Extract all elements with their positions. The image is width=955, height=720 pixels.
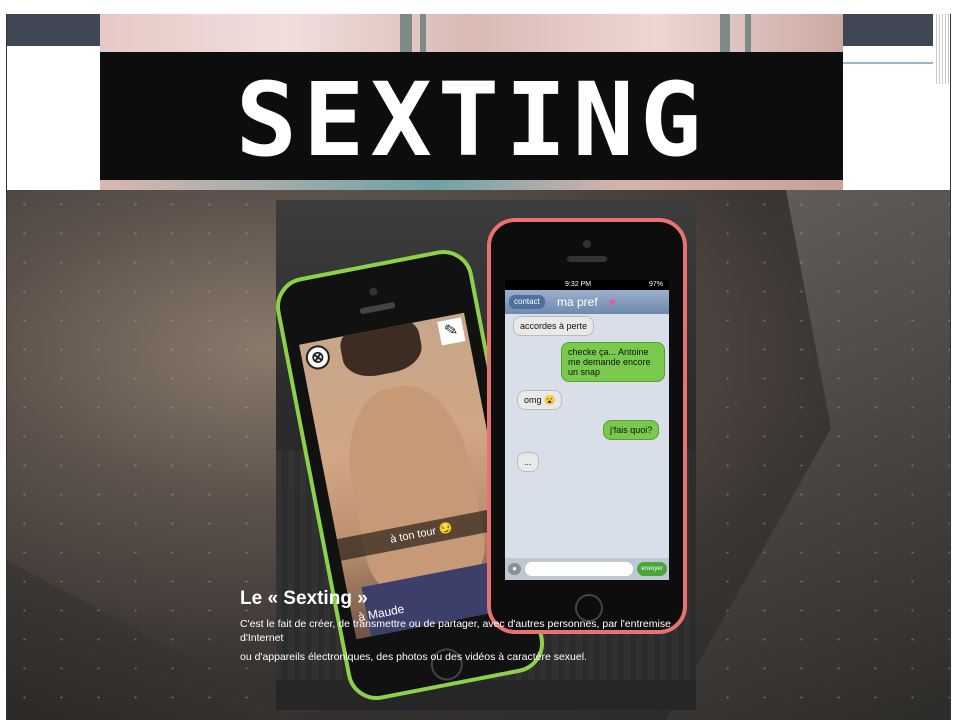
caption-title: Le « Sexting » [240, 588, 368, 609]
pencil-icon: ✎ [437, 317, 466, 346]
message-bubble-received: omg 😮 [517, 390, 563, 410]
speaker-icon [567, 256, 607, 262]
back-button: contact [509, 295, 545, 309]
banner-bottom-strip [100, 180, 843, 190]
status-bar: 9:32 PM 97% [505, 280, 669, 290]
message-bubble-received: accordes à perte [513, 316, 595, 336]
camera-icon [583, 240, 591, 248]
caption-line: d'Internet [240, 632, 284, 644]
slide-edge-pattern [936, 14, 951, 84]
caption-line: C'est le fait de créer, de transmettre o… [240, 618, 671, 630]
message-input-bar: ● envoyer [505, 558, 669, 580]
message-input [525, 562, 633, 576]
photo-subject-head [336, 312, 426, 382]
heart-icon: ♥ [609, 295, 617, 309]
typing-indicator: ... [517, 452, 539, 472]
header-accent-bar-left [6, 14, 102, 46]
contact-name: ma pref [557, 295, 598, 309]
status-battery: 97% [648, 281, 663, 288]
header-accent-bar-right [843, 14, 933, 46]
message-bubble-sent: j'fais quoi? [603, 420, 660, 440]
pink-phone: 9:32 PM 97% contact ma pref ♥ accordes à… [487, 218, 687, 634]
message-bubble-sent: checke ça... Antoine me demande encore u… [561, 342, 665, 382]
slide: SEXTING ⊗ ✎ à ton tour 😏 à Maude 9:32 PM… [0, 0, 955, 720]
header-accent-line [843, 62, 933, 70]
close-icon: ⊗ [303, 343, 332, 372]
banner-title: SEXTING [235, 61, 708, 180]
caption-line: ou d'appareils électroniques, des photos… [240, 651, 587, 663]
speaker-icon [359, 301, 396, 315]
pink-phone-screen: 9:32 PM 97% contact ma pref ♥ accordes à… [505, 280, 669, 580]
status-time: 9:32 PM [565, 281, 592, 288]
send-button: envoyer [637, 562, 667, 576]
camera-icon: ● [508, 563, 521, 575]
camera-icon [368, 286, 379, 297]
sexting-banner-image: SEXTING [100, 14, 843, 190]
messages-nav-bar: contact ma pref ♥ [505, 290, 669, 314]
photo-subject-torso [335, 375, 492, 596]
